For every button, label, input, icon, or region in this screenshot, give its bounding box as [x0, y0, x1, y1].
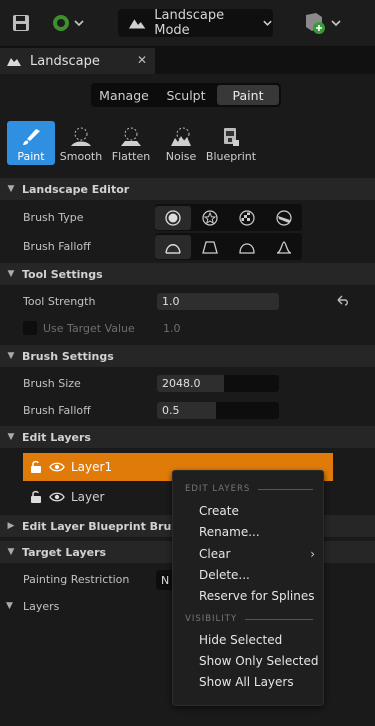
- close-icon[interactable]: ✕: [137, 53, 147, 67]
- brush-alpha-button[interactable]: [192, 206, 228, 230]
- reset-arrow-icon[interactable]: [336, 295, 350, 307]
- chevron-down-icon: ▼: [6, 601, 13, 611]
- use-target-checkbox[interactable]: [23, 321, 37, 335]
- brush-component-button[interactable]: [266, 206, 302, 230]
- paintbrush-icon: [23, 129, 40, 145]
- brush-type-row: Brush Type: [0, 204, 375, 231]
- chevron-right-icon: ›: [310, 547, 315, 561]
- tool-strength-field[interactable]: 1.0: [157, 293, 279, 310]
- unlock-icon[interactable]: [29, 490, 43, 504]
- layer-context-menu: EDIT LAYERS Create Rename... Clear › Del…: [172, 470, 324, 706]
- menu-hide-selected[interactable]: Hide Selected: [199, 633, 319, 647]
- brush-falloff-slider[interactable]: 0.5: [157, 402, 279, 419]
- menu-reserve-splines[interactable]: Reserve for Splines: [199, 589, 319, 603]
- tool-blueprint[interactable]: Blueprint: [206, 121, 256, 165]
- chevron-down-icon: ▼: [7, 351, 15, 361]
- segment-manage[interactable]: Manage: [93, 85, 155, 105]
- falloff-tip-button[interactable]: [266, 235, 302, 259]
- tool-noise[interactable]: Noise: [157, 121, 205, 165]
- tip-falloff-icon: [276, 240, 291, 254]
- use-target-row: Use Target Value 1.0: [0, 315, 375, 342]
- tool-flatten[interactable]: Flatten: [107, 121, 155, 165]
- flatten-icon: [121, 127, 141, 146]
- menu-delete[interactable]: Delete...: [199, 568, 319, 582]
- tab-title: Landscape: [30, 53, 100, 69]
- menu-section-visibility: VISIBILITY: [185, 614, 313, 624]
- mode-dropdown[interactable]: Landscape Mode: [118, 8, 273, 38]
- smooth-falloff-icon: [165, 243, 182, 254]
- chevron-down-icon: ▼: [7, 547, 15, 557]
- tool-strength-row: Tool Strength 1.0: [0, 288, 375, 315]
- brush-falloff-selector: [155, 233, 302, 260]
- mode-segmented-control: Manage Sculpt Paint: [91, 83, 281, 107]
- section-landscape-editor[interactable]: ▼ Landscape Editor: [0, 178, 375, 200]
- section-tool-settings[interactable]: ▼ Tool Settings: [0, 263, 375, 285]
- brush-size-row: Brush Size 2048.0: [0, 370, 375, 397]
- falloff-spherical-button[interactable]: [229, 235, 265, 259]
- segment-sculpt[interactable]: Sculpt: [155, 85, 217, 105]
- unlock-icon[interactable]: [29, 460, 43, 474]
- smooth-icon: [71, 127, 91, 146]
- eye-icon[interactable]: [49, 461, 65, 473]
- spherical-falloff-icon: [239, 242, 255, 254]
- mountain-icon: [128, 19, 146, 29]
- save-icon[interactable]: [10, 13, 32, 33]
- chevron-down-icon: ▼: [7, 184, 15, 194]
- chevron-down-icon: [263, 20, 272, 26]
- section-edit-layers[interactable]: ▼ Edit Layers: [0, 426, 375, 448]
- brush-falloff-type-row: Brush Falloff: [0, 233, 375, 260]
- source-control-button[interactable]: [50, 12, 88, 34]
- tool-paint[interactable]: Paint: [7, 121, 55, 165]
- segment-paint[interactable]: Paint: [217, 85, 279, 105]
- menu-section-edit-layers: EDIT LAYERS: [185, 484, 313, 494]
- menu-clear[interactable]: Clear ›: [199, 547, 319, 561]
- mode-dropdown-label: Landscape Mode: [154, 8, 225, 38]
- brush-falloff-row: Brush Falloff 0.5: [0, 397, 375, 424]
- mountain-icon: [7, 58, 21, 66]
- tool-smooth[interactable]: Smooth: [57, 121, 105, 165]
- brush-circle-button[interactable]: [155, 205, 192, 230]
- brush-pattern-button[interactable]: [229, 206, 265, 230]
- menu-show-only-selected[interactable]: Show Only Selected: [199, 654, 319, 668]
- falloff-linear-button[interactable]: [192, 235, 228, 259]
- layer-name: Layer: [71, 490, 105, 504]
- noise-icon: [171, 127, 191, 146]
- menu-rename[interactable]: Rename...: [199, 525, 319, 539]
- add-content-button[interactable]: [302, 11, 346, 35]
- chevron-down-icon: ▼: [7, 432, 15, 442]
- eye-icon[interactable]: [49, 491, 65, 503]
- chevron-right-icon: ▶: [7, 521, 15, 531]
- component-brush-icon: [276, 209, 292, 226]
- brush-size-slider[interactable]: 2048.0: [157, 375, 279, 392]
- layer-name: Layer1: [71, 460, 113, 474]
- menu-create[interactable]: Create: [199, 504, 319, 518]
- chevron-down-icon: ▼: [7, 269, 15, 279]
- circle-brush-icon: [165, 209, 182, 226]
- tab-landscape[interactable]: Landscape ✕: [0, 48, 155, 74]
- brush-type-selector: [155, 204, 302, 231]
- menu-show-all-layers[interactable]: Show All Layers: [199, 675, 319, 689]
- pattern-brush-icon: [239, 209, 255, 226]
- section-brush-settings[interactable]: ▼ Brush Settings: [0, 345, 375, 367]
- linear-falloff-icon: [202, 240, 218, 254]
- blueprint-icon: [224, 128, 239, 146]
- star-brush-icon: [202, 209, 218, 226]
- falloff-smooth-button[interactable]: [155, 234, 192, 259]
